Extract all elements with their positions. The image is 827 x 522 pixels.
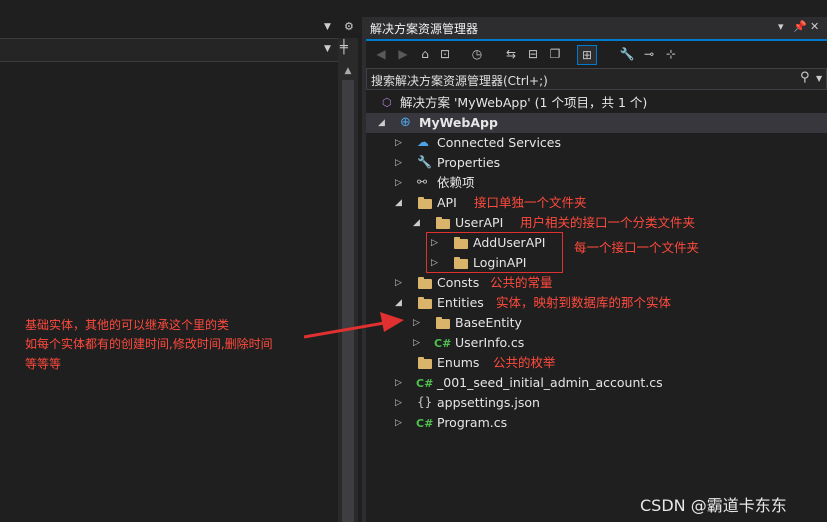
split-editor-icon[interactable]: ╪ — [340, 40, 348, 55]
properties-icon[interactable]: 🔧 — [618, 45, 636, 63]
class-diagram-icon[interactable]: ⊹ — [662, 45, 680, 63]
folder-icon — [418, 197, 432, 209]
chevron-down-icon[interactable]: ▼ — [816, 74, 822, 83]
collapsed-arrow-icon[interactable]: ▷ — [413, 318, 420, 328]
search-input[interactable]: 搜索解决方案资源管理器(Ctrl+;) — [371, 72, 548, 89]
folder-icon — [418, 357, 432, 369]
collapse-all-icon[interactable]: ⊟ — [524, 45, 542, 63]
sync-icon[interactable]: ⇆ — [502, 45, 520, 63]
collapsed-arrow-icon[interactable]: ▷ — [395, 278, 402, 288]
collapsed-arrow-icon[interactable]: ▷ — [395, 418, 402, 428]
collapsed-arrow-icon[interactable]: ▷ — [431, 258, 438, 268]
annotation-each-api: 每一个接口一个文件夹 — [574, 240, 700, 255]
home-icon[interactable]: ⌂ — [416, 45, 434, 63]
expanded-arrow-icon[interactable]: ◢ — [378, 118, 385, 128]
enums-folder-node[interactable]: Enums — [437, 353, 479, 373]
folder-icon — [418, 297, 432, 309]
project-node[interactable]: MyWebApp — [419, 113, 498, 133]
forward-icon[interactable]: ▶ — [394, 45, 412, 63]
folder-icon — [454, 237, 468, 249]
folder-icon — [454, 257, 468, 269]
annotation-consts: 公共的常量 — [490, 275, 553, 290]
navigation-dropdown[interactable] — [0, 38, 338, 62]
folder-icon — [436, 317, 450, 329]
folder-icon — [436, 217, 450, 229]
collapsed-arrow-icon[interactable]: ▷ — [413, 338, 420, 348]
pending-changes-icon[interactable]: ◷ — [468, 45, 486, 63]
web-project-icon: ⊕ — [400, 115, 411, 130]
expanded-arrow-icon[interactable]: ◢ — [395, 298, 402, 308]
collapsed-arrow-icon[interactable]: ▷ — [395, 178, 402, 188]
tree-view-icon[interactable]: ⊞ — [577, 45, 597, 65]
solution-icon: ⬡ — [382, 96, 392, 109]
baseentity-folder-node[interactable]: BaseEntity — [455, 313, 522, 333]
collapsed-arrow-icon[interactable]: ▷ — [395, 138, 402, 148]
annotation-api: 接口单独一个文件夹 — [474, 195, 587, 210]
loginapi-folder-node[interactable]: LoginAPI — [473, 253, 527, 273]
search-icon[interactable]: ⚲ — [800, 70, 810, 85]
annotation-base-entity-line2: 如每个实体都有的创建时间,修改时间,删除时间 — [25, 337, 273, 351]
pin-icon[interactable]: 📌 — [793, 20, 807, 33]
annotation-base-entity-line1: 基础实体，其他的可以继承这个里的类 — [25, 318, 230, 332]
csharp-file-icon: C# — [416, 417, 434, 430]
collapsed-arrow-icon[interactable]: ▷ — [431, 238, 438, 248]
explorer-title: 解决方案资源管理器 — [370, 22, 479, 36]
cloud-icon: ☁ — [417, 135, 429, 149]
annotation-base-entity-line3: 等等等 — [25, 357, 62, 371]
expanded-arrow-icon[interactable]: ◢ — [413, 218, 420, 228]
annotation-entities: 实体，映射到数据库的那个实体 — [496, 295, 672, 310]
properties-node[interactable]: Properties — [437, 153, 500, 173]
wrench-icon: 🔧 — [417, 155, 432, 169]
annotation-enums: 公共的枚举 — [493, 355, 556, 370]
chevron-down-icon[interactable]: ▼ — [324, 22, 331, 32]
editor-header — [0, 17, 362, 39]
gear-icon[interactable]: ⚙ — [344, 20, 354, 33]
back-icon[interactable]: ◀ — [372, 45, 390, 63]
csharp-file-icon: C# — [416, 377, 434, 390]
annotation-userapi: 用户相关的接口一个分类文件夹 — [520, 215, 696, 230]
scroll-thumb[interactable] — [342, 80, 354, 522]
scroll-up-icon[interactable]: ▲ — [342, 66, 354, 76]
chevron-down-icon[interactable]: ▼ — [324, 44, 331, 54]
folder-icon — [418, 277, 432, 289]
entities-folder-node[interactable]: Entities — [437, 293, 484, 313]
solution-node[interactable]: 解决方案 'MyWebApp' (1 个项目，共 1 个) — [400, 93, 647, 113]
expanded-arrow-icon[interactable]: ◢ — [395, 198, 402, 208]
csharp-file-icon: C# — [434, 337, 452, 350]
dropdown-icon[interactable]: ▾ — [778, 20, 784, 33]
json-file-icon: {} — [417, 395, 433, 409]
adduserapi-folder-node[interactable]: AddUserAPI — [473, 233, 545, 253]
annotation-arrow — [303, 312, 404, 339]
collapsed-arrow-icon[interactable]: ▷ — [395, 378, 402, 388]
dependencies-node[interactable]: 依赖项 — [437, 173, 475, 193]
preview-icon[interactable]: ⊸ — [640, 45, 658, 63]
dependencies-icon: ⚯ — [417, 175, 428, 189]
close-icon[interactable]: ✕ — [810, 20, 819, 33]
show-all-files-icon[interactable]: ❐ — [546, 45, 564, 63]
switch-views-icon[interactable]: ⊡ — [436, 45, 454, 63]
collapsed-arrow-icon[interactable]: ▷ — [395, 158, 402, 168]
consts-folder-node[interactable]: Consts — [437, 273, 479, 293]
appsettings-file-node[interactable]: appsettings.json — [437, 393, 540, 413]
api-folder-node[interactable]: API — [437, 193, 457, 213]
userapi-folder-node[interactable]: UserAPI — [455, 213, 503, 233]
connected-services-node[interactable]: Connected Services — [437, 133, 561, 153]
watermark: CSDN @霸道卡东东 — [640, 496, 787, 515]
seed-file-node[interactable]: _001_seed_initial_admin_account.cs — [437, 373, 663, 393]
program-file-node[interactable]: Program.cs — [437, 413, 507, 433]
collapsed-arrow-icon[interactable]: ▷ — [395, 398, 402, 408]
userinfo-file-node[interactable]: UserInfo.cs — [455, 333, 524, 353]
